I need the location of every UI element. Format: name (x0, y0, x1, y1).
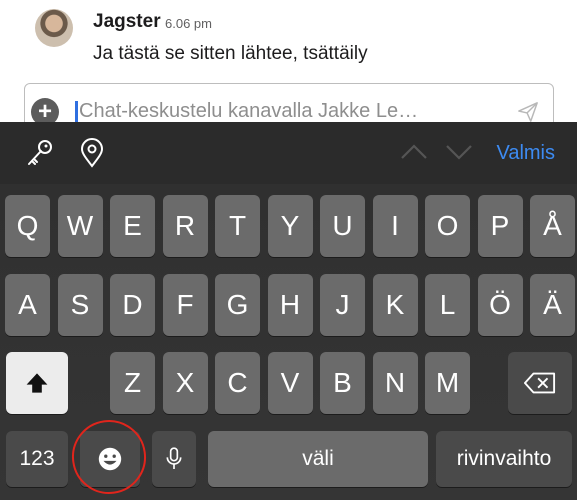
key-label: V (280, 367, 300, 398)
key-label: K (385, 289, 405, 320)
done-button[interactable]: Valmis (496, 142, 555, 165)
key-label: F (176, 289, 194, 320)
send-icon[interactable] (517, 101, 539, 123)
key-label: Q (16, 210, 39, 241)
backspace-icon (524, 372, 556, 394)
key-e[interactable]: E (110, 195, 155, 257)
key-label: O (436, 210, 459, 241)
chat-message: Jagster 6.06 pm Ja tästä se sitten lähte… (0, 0, 577, 80)
space-key-label: väli (302, 447, 334, 470)
key-g[interactable]: G (215, 274, 260, 336)
key-label: N (384, 367, 406, 398)
key-label: T (228, 210, 247, 241)
key-label: L (439, 289, 456, 320)
key-p[interactable]: P (477, 195, 523, 257)
space-key[interactable]: väli (208, 431, 428, 487)
microphone-icon (166, 447, 182, 469)
chevron-down-icon[interactable] (445, 142, 473, 162)
key-å[interactable]: Å (530, 195, 575, 257)
key-label: Y (280, 210, 300, 241)
message-timestamp: 6.06 pm (165, 16, 212, 31)
key-i[interactable]: I (372, 195, 418, 257)
numbers-key-label: 123 (19, 447, 55, 470)
key-label: I (391, 210, 399, 241)
key-label: B (333, 367, 352, 398)
key-label: Ö (489, 289, 511, 320)
key-label: P (490, 210, 510, 241)
return-key-label: rivinvaihto (456, 447, 552, 470)
message-author[interactable]: Jagster (93, 11, 161, 33)
key-l[interactable]: L (425, 274, 470, 336)
key-label: H (279, 289, 301, 320)
key-label: Z (123, 367, 142, 398)
key-z[interactable]: Z (110, 352, 155, 414)
key-label: S (70, 289, 90, 320)
key-label: Å (543, 210, 562, 241)
key-label: U (332, 210, 353, 241)
location-pin-icon[interactable] (77, 138, 107, 168)
key-label: R (174, 210, 196, 241)
key-icon[interactable] (25, 138, 55, 168)
key-ö[interactable]: Ö (477, 274, 523, 336)
key-ä[interactable]: Ä (530, 274, 575, 336)
key-x[interactable]: X (162, 352, 208, 414)
key-label: Ä (543, 289, 562, 320)
key-r[interactable]: R (162, 195, 208, 257)
key-label: M (435, 367, 460, 398)
composer-placeholder[interactable]: Chat-keskustelu kanavalla Jakke Le… (79, 100, 418, 123)
shift-icon (26, 373, 48, 393)
key-y[interactable]: Y (267, 195, 313, 257)
key-label: A (18, 289, 37, 320)
key-s[interactable]: S (57, 274, 103, 336)
key-label: C (227, 367, 248, 398)
avatar[interactable] (35, 9, 73, 47)
key-n[interactable]: N (372, 352, 418, 414)
backspace-key[interactable] (508, 352, 572, 414)
key-m[interactable]: M (425, 352, 470, 414)
key-q[interactable]: Q (5, 195, 50, 257)
key-u[interactable]: U (320, 195, 365, 257)
dictation-key[interactable] (152, 431, 196, 487)
return-key[interactable]: rivinvaihto (436, 431, 572, 487)
key-h[interactable]: H (267, 274, 313, 336)
key-b[interactable]: B (320, 352, 365, 414)
key-v[interactable]: V (267, 352, 313, 414)
key-label: J (335, 289, 350, 320)
chevron-up-icon[interactable] (400, 142, 428, 162)
key-label: D (122, 289, 143, 320)
key-label: X (175, 367, 195, 398)
key-o[interactable]: O (425, 195, 470, 257)
key-label: W (66, 210, 94, 241)
key-label: G (226, 289, 249, 320)
key-w[interactable]: W (57, 195, 103, 257)
key-k[interactable]: K (372, 274, 418, 336)
key-c[interactable]: C (215, 352, 260, 414)
key-f[interactable]: F (162, 274, 208, 336)
shift-key[interactable] (6, 352, 68, 414)
key-label: E (123, 210, 142, 241)
key-t[interactable]: T (215, 195, 260, 257)
message-text: Ja tästä se sitten lähtee, tsättäily (93, 43, 368, 64)
key-j[interactable]: J (320, 274, 365, 336)
text-caret (75, 101, 78, 123)
numbers-key[interactable]: 123 (6, 431, 68, 487)
keyboard-toolbar: Valmis (0, 122, 577, 184)
key-d[interactable]: D (110, 274, 155, 336)
key-a[interactable]: A (5, 274, 50, 336)
